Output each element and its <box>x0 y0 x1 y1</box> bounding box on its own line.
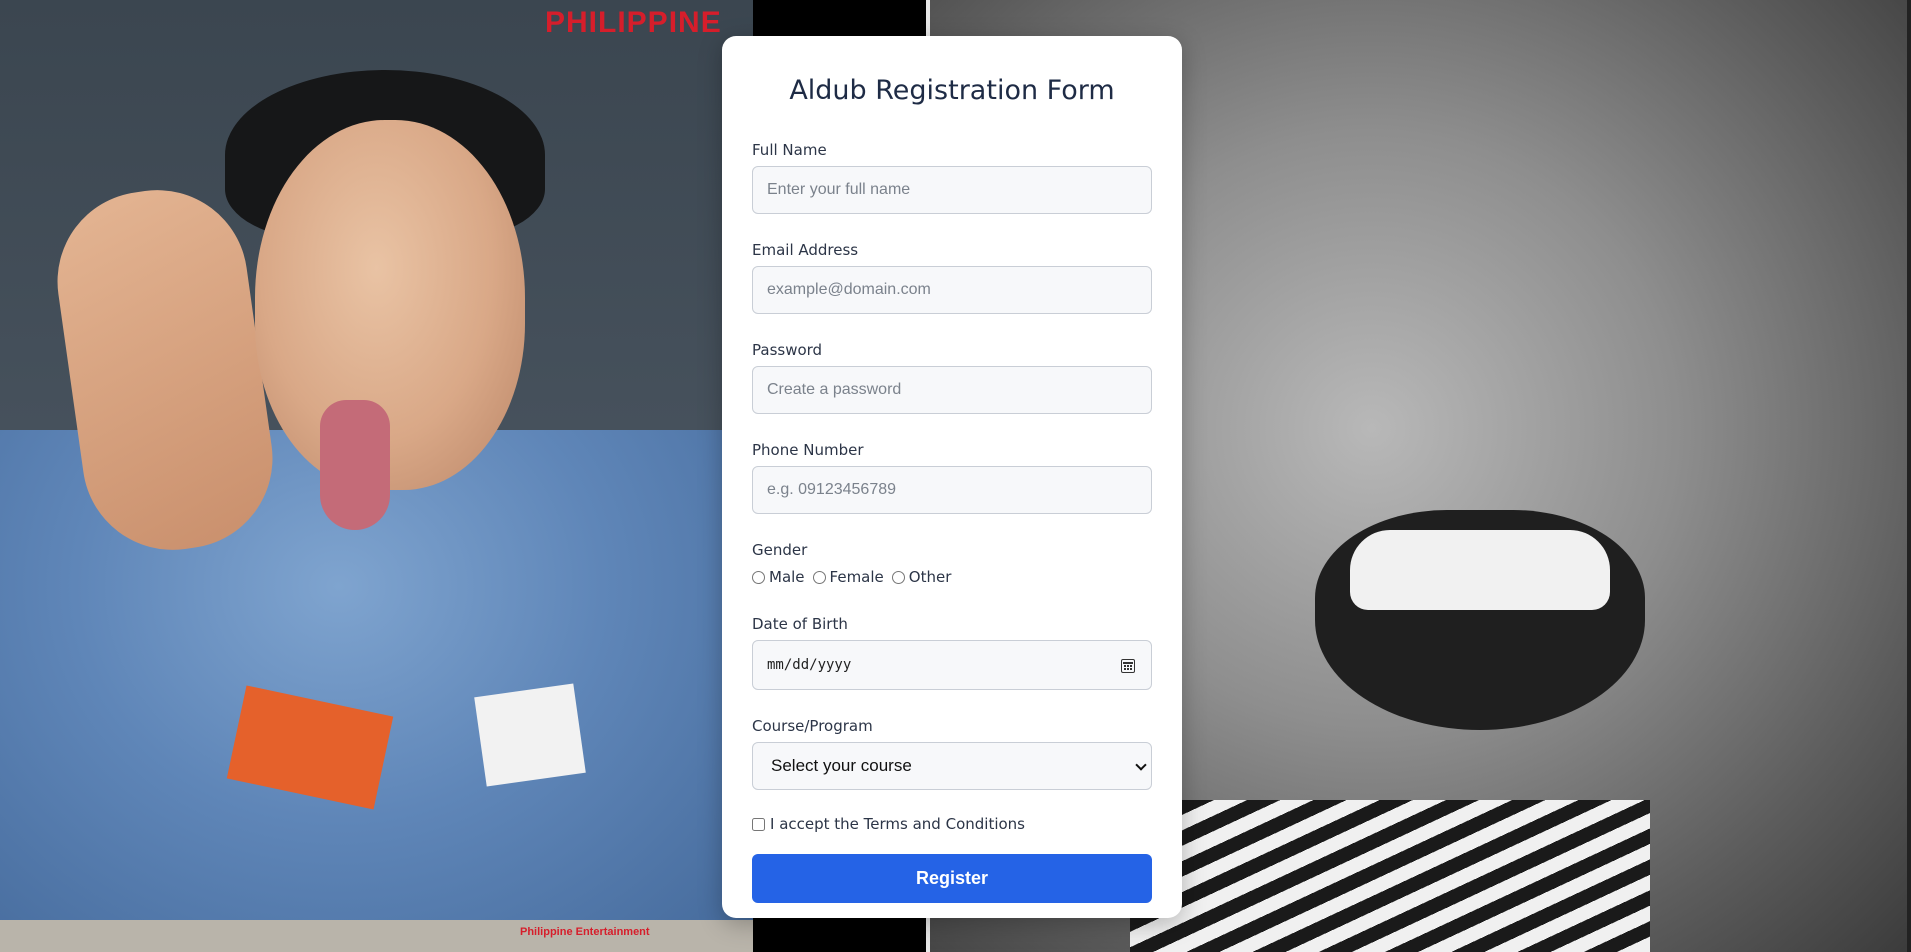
password-label: Password <box>752 341 823 359</box>
password-input[interactable] <box>752 366 1152 414</box>
watermark-logo: PHILIPPINE <box>545 6 722 39</box>
gender-radio-female[interactable] <box>812 570 826 584</box>
course-label: Course/Program <box>752 717 873 735</box>
dob-field: Date of Birth mm/dd/yyyy <box>752 614 1152 690</box>
photo-face <box>255 120 525 490</box>
gender-option-other[interactable]: Other <box>891 568 952 586</box>
terms-checkbox-row[interactable]: I accept the Terms and Conditions <box>752 814 1152 834</box>
register-button[interactable]: Register <box>752 854 1152 903</box>
registration-form: Full Name Email Address Password Phone N… <box>752 140 1152 903</box>
gender-options: Male Female Other <box>752 566 1152 588</box>
gender-option-female[interactable]: Female <box>812 568 884 586</box>
photo-teeth <box>1350 530 1610 610</box>
gender-option-label: Other <box>908 568 952 586</box>
full-name-field: Full Name <box>752 140 1152 214</box>
course-field: Course/Program Select your course <box>752 716 1152 790</box>
gender-field: Gender Male Female Other <box>752 540 1152 588</box>
dob-label: Date of Birth <box>752 615 848 633</box>
photo-shirt-tag <box>474 683 586 787</box>
registration-card: Aldub Registration Form Full Name Email … <box>722 36 1182 918</box>
dob-value: mm/dd/yyyy <box>767 657 852 673</box>
dob-input[interactable]: mm/dd/yyyy <box>752 640 1152 690</box>
terms-checkbox[interactable] <box>752 817 765 831</box>
photo-tongue <box>320 400 390 530</box>
phone-input[interactable] <box>752 466 1152 514</box>
gender-radio-other[interactable] <box>891 570 905 584</box>
terms-label: I accept the Terms and Conditions <box>770 815 1025 833</box>
photo-striped-shirt <box>1130 800 1650 952</box>
email-input[interactable] <box>752 266 1152 314</box>
email-label: Email Address <box>752 241 859 259</box>
watermark-footer: Philippine Entertainment <box>520 926 650 938</box>
gender-radio-male[interactable] <box>752 570 765 584</box>
chevron-down-icon <box>1135 759 1147 771</box>
phone-label: Phone Number <box>752 441 864 459</box>
phone-field: Phone Number <box>752 440 1152 514</box>
gender-option-label: Female <box>829 568 884 586</box>
full-name-label: Full Name <box>752 141 827 159</box>
email-field: Email Address <box>752 240 1152 314</box>
gender-option-male[interactable]: Male <box>752 568 805 586</box>
background-photo-left <box>0 0 753 952</box>
form-title: Aldub Registration Form <box>789 75 1115 106</box>
course-selected-value: Select your course <box>771 756 912 775</box>
full-name-input[interactable] <box>752 166 1152 214</box>
password-field: Password <box>752 340 1152 414</box>
gender-option-label: Male <box>769 568 805 586</box>
calendar-icon[interactable] <box>1121 659 1135 673</box>
gender-label: Gender <box>752 541 808 559</box>
course-select[interactable]: Select your course <box>752 742 1152 790</box>
photo-edge <box>1907 0 1911 952</box>
